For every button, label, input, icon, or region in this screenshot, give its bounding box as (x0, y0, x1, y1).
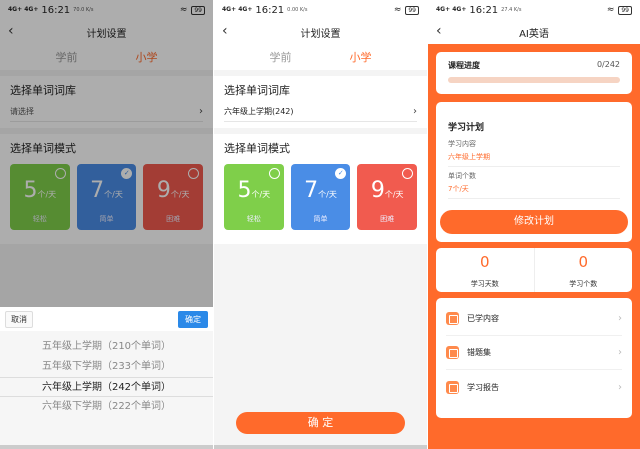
menu-item-learned[interactable]: 已学内容 › (446, 302, 622, 336)
content-label: 学习内容 (448, 140, 476, 148)
status-speed: 0.00 K/s (287, 6, 308, 13)
menu-label: 学习报告 (467, 382, 499, 392)
phone-plan-settings: 4G+ 4G+ 16:21 0.00 K/s ≈99 ‹ 计划设置 学前 小学 选择… (214, 0, 427, 449)
nav-bar: ‹ AI英语 (428, 20, 640, 44)
count-value: 7个/天 (448, 184, 620, 199)
chevron-right-icon: › (413, 106, 417, 117)
wrong-book-icon (446, 346, 459, 359)
chevron-right-icon: › (618, 313, 622, 324)
days-label: 学习天数 (470, 280, 499, 288)
library-picker: 取消 确定 五年级上学期（210个单词） 五年级下学期（233个单词） 六年级上… (0, 307, 213, 449)
words-value: 0 (578, 253, 589, 271)
progress-label: 课程进度 (448, 61, 480, 70)
signal-icon: 4G+ 4G+ (436, 6, 467, 13)
mode-unit: 个/天 (251, 190, 271, 199)
picker-option[interactable]: 五年级上学期（210个单词） (0, 337, 213, 357)
nav-gesture-bar (0, 445, 213, 449)
status-time: 16:21 (255, 4, 285, 16)
mode-label: 轻松 (246, 215, 261, 223)
library-select[interactable]: 六年级上学期(242) › (224, 106, 417, 122)
mode-unit: 个/天 (384, 190, 404, 199)
mode-count: 9 (370, 178, 385, 203)
picker-wheel[interactable]: 五年级上学期（210个单词） 五年级下学期（233个单词） 六年级上学期（242… (0, 331, 213, 417)
battery-icon: 99 (405, 5, 419, 15)
status-time: 16:21 (469, 4, 499, 16)
picker-option[interactable]: 六年级下学期（222个单词） (0, 397, 213, 417)
stat-days: 0 学习天数 (436, 248, 534, 292)
days-value: 0 (479, 253, 490, 271)
mode-card-simple[interactable]: ✓ 7个/天 简单 (290, 164, 351, 230)
wifi-icon: ≈ (393, 5, 402, 15)
mode-section: 选择单词模式 5个/天 轻松 ✓ 7个/天 简单 9个/天 困难 (214, 134, 427, 244)
book-icon (446, 312, 459, 325)
radio-icon (268, 168, 280, 179)
report-icon (446, 380, 459, 394)
stat-words: 0 学习个数 (533, 248, 633, 292)
mode-card-hard[interactable]: 9个/天 困难 (357, 164, 418, 230)
tab-preschool[interactable]: 学前 (270, 49, 292, 65)
picker-option-selected[interactable]: 六年级上学期（242个单词） (0, 377, 213, 397)
battery-icon: 99 (618, 5, 632, 15)
menu-item-report[interactable]: 学习报告 › (446, 370, 622, 404)
picker-option[interactable]: 五年级下学期（233个单词） (0, 357, 213, 377)
menu-label: 错题集 (467, 348, 491, 357)
back-icon[interactable]: ‹ (222, 23, 228, 39)
library-value: 六年级上学期(242) (224, 107, 294, 116)
status-speed: 27.4 K/s (501, 6, 522, 13)
menu-label: 已学内容 (467, 314, 499, 323)
phone-plan-picker: 4G+ 4G+ 16:21 70.0 K/s ≈99 ‹ 计划设置 学前 小学 选择… (0, 0, 213, 449)
study-plan-card: 学习计划 学习内容 六年级上学期 单词个数 7个/天 修改计划 (436, 102, 632, 242)
content-value: 六年级上学期 (448, 152, 620, 167)
count-label: 单词个数 (448, 172, 476, 180)
back-icon[interactable]: ‹ (436, 23, 442, 39)
library-section: 选择单词词库 六年级上学期(242) › (214, 76, 427, 128)
library-title: 选择单词词库 (224, 84, 290, 97)
confirm-button[interactable]: 确 定 (236, 412, 405, 434)
menu-item-wrong-book[interactable]: 错题集 › (446, 336, 622, 370)
nav-bar: ‹ 计划设置 (214, 20, 427, 44)
mode-count: 7 (304, 178, 319, 203)
progress-value: 0/242 (596, 60, 620, 69)
signal-icon: 4G+ 4G+ (222, 6, 253, 13)
chevron-right-icon: › (618, 381, 622, 393)
status-bar: 4G+ 4G+ 16:21 0.00 K/s ≈99 (214, 0, 427, 20)
mode-card-easy[interactable]: 5个/天 轻松 (224, 164, 284, 230)
mode-title: 选择单词模式 (224, 142, 290, 155)
mode-unit: 个/天 (318, 190, 337, 199)
nav-gesture-bar (214, 445, 427, 449)
grade-tabs: 学前 小学 (214, 44, 427, 70)
mode-label: 困难 (380, 215, 395, 223)
modify-plan-button[interactable]: 修改计划 (440, 210, 628, 234)
phone-ai-english: 4G+ 4G+ 16:21 27.4 K/s ≈99 ‹ AI英语 课程进度 0/2… (428, 0, 640, 449)
page-title: AI英语 (519, 28, 549, 40)
stats-card: 0 学习天数 0 学习个数 (436, 248, 632, 292)
modal-overlay[interactable] (0, 0, 213, 307)
menu-card: 已学内容 › 错题集 › 学习报告 › (436, 298, 632, 418)
plan-title: 学习计划 (448, 123, 485, 133)
progress-bar (448, 77, 620, 83)
tab-primary[interactable]: 小学 (350, 49, 372, 65)
picker-cancel-button[interactable]: 取消 (5, 310, 33, 328)
mode-count: 5 (237, 178, 252, 203)
words-label: 学习个数 (569, 280, 598, 288)
wifi-icon: ≈ (606, 5, 615, 15)
page-title: 计划设置 (300, 28, 341, 40)
status-bar: 4G+ 4G+ 16:21 27.4 K/s ≈99 (428, 0, 640, 20)
progress-card: 课程进度 0/242 (436, 52, 632, 94)
radio-icon (402, 168, 414, 179)
mode-label: 简单 (313, 215, 328, 223)
picker-ok-button[interactable]: 确定 (178, 310, 208, 328)
chevron-right-icon: › (618, 347, 622, 358)
picker-toolbar: 取消 确定 (0, 307, 213, 331)
